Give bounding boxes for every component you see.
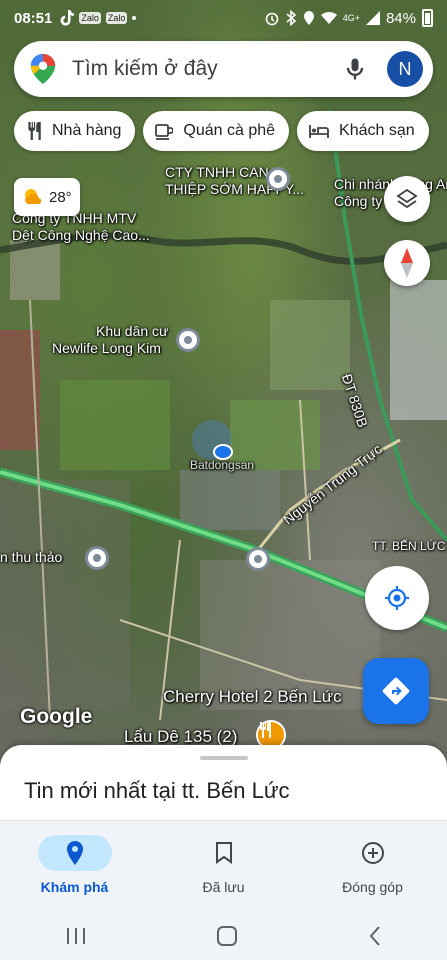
nav-saved[interactable]: Đã lưu [149,821,298,912]
tiktok-icon [60,10,75,26]
map-label-thuthao[interactable]: n thu thảo [0,549,62,566]
directions-button[interactable] [363,658,429,724]
mic-icon[interactable] [341,55,369,83]
back-icon[interactable] [368,925,382,947]
status-bar: 08:51 Zalo Zalo 4G+ 84% [0,0,447,36]
system-navigation-bar [0,912,447,960]
zalo-icon: Zalo [105,12,128,24]
zalo-icon: Zalo [79,12,101,24]
system-status: 4G+ 84% [265,9,433,27]
my-location-icon [385,586,409,610]
hotel-icon [309,125,329,138]
location-icon [303,11,314,25]
map-pin-school[interactable] [246,547,270,571]
weather-chip[interactable]: 28° [14,178,80,216]
map-pin-company1[interactable] [266,167,290,191]
map-label-hotel[interactable]: Cherry Hotel 2 Bến Lức [163,688,342,705]
battery-percent: 84% [385,9,416,27]
directions-icon [382,677,410,705]
layers-icon [396,188,418,209]
chip-hotels[interactable]: Khách sạn [297,111,429,151]
sheet-title: Tin mới nhất tại tt. Bến Lức [24,778,290,803]
category-chips: Nhà hàng Quán cà phê Khách sạn [14,111,429,151]
sheet-drag-handle[interactable] [200,756,248,760]
nav-explore[interactable]: Khám phá [0,821,149,912]
map-label-restaurant[interactable]: Lẩu Dê 135 (2) [124,728,237,745]
add-circle-icon [361,842,384,864]
signal-icon [365,11,380,25]
my-location-button[interactable] [365,566,429,630]
home-icon[interactable] [216,925,238,947]
status-time: 08:51 [14,9,53,27]
watermark: Batdongsan [190,458,255,472]
partly-cloudy-icon [25,189,42,205]
alarm-icon [265,12,279,26]
wifi-icon [320,11,337,24]
bottom-sheet[interactable]: Tin mới nhất tại tt. Bến Lức [0,745,447,825]
map-pin-residential[interactable] [176,328,200,352]
bookmark-icon [215,842,232,864]
notification-icons: Zalo Zalo [60,10,137,26]
map-pin-thuthao[interactable] [85,546,109,570]
weather-temp: 28° [49,188,72,206]
search-bar[interactable]: Tìm kiếm ở đây N [14,41,433,97]
bottom-navigation: Khám phá Đã lưu Đóng góp [0,820,447,912]
compass-icon [401,248,413,278]
map-label-town: TT. BẾN LỨC [372,539,446,553]
restaurant-icon [28,122,41,140]
search-input[interactable]: Tìm kiếm ở đây [72,57,341,81]
network-type: 4G+ [342,13,360,23]
more-notifications-dot [132,16,137,20]
compass-button[interactable] [384,240,430,286]
map-label-residential[interactable]: Khu dân cư Newlife Long Kim [52,323,168,357]
coffee-icon [155,124,174,140]
battery-icon [422,9,433,27]
bluetooth-icon [286,10,296,26]
nav-contribute[interactable]: Đóng góp [298,821,447,912]
google-watermark: Google [20,705,93,728]
chip-coffee[interactable]: Quán cà phê [143,111,290,151]
chip-restaurants[interactable]: Nhà hàng [14,111,136,151]
layers-button[interactable] [384,176,430,222]
explore-pin-icon [66,841,83,865]
recent-apps-icon[interactable] [65,926,87,946]
avatar[interactable]: N [387,51,423,87]
google-maps-logo-icon [30,54,56,84]
